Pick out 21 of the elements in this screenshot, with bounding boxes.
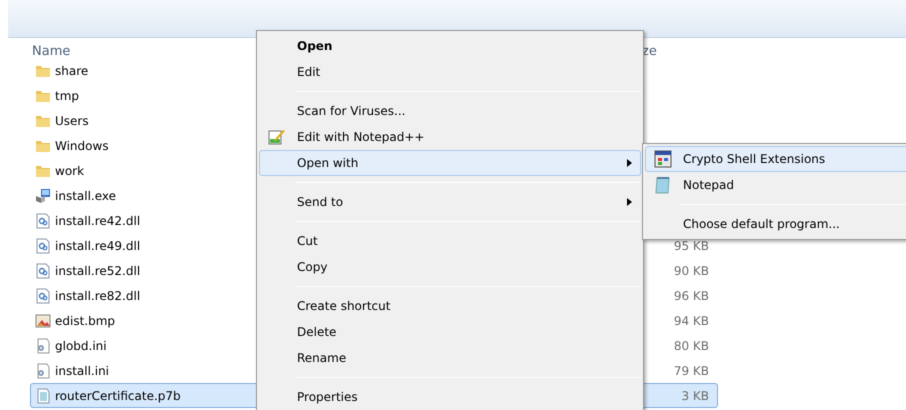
file-name: install.re82.dll [55, 288, 140, 304]
file-name: install.re49.dll [55, 238, 140, 254]
file-name: install.re42.dll [55, 212, 140, 230]
file-name: edist.bmp [55, 312, 116, 330]
file-size: 94 KB [674, 312, 709, 330]
file-size: 80 KB [674, 338, 709, 354]
file-name: Windows [55, 138, 109, 154]
file-name: work [55, 162, 84, 180]
file-name: tmp [55, 88, 80, 104]
file-size: 3 KB [681, 388, 709, 404]
file-size: 95 KB [674, 238, 709, 254]
file-name: Users [55, 112, 89, 130]
file-name: install.ini [55, 362, 110, 380]
file-size: 79 KB [674, 362, 709, 380]
file-name: routerCertificate.p7b [55, 388, 181, 404]
file-size: 96 KB [674, 288, 709, 304]
file-name: install.re52.dll [55, 262, 140, 280]
file-size: 90 KB [674, 262, 709, 280]
file-name: share [55, 62, 88, 80]
file-name: globd.ini [55, 338, 107, 354]
file-name: install.exe [55, 188, 116, 204]
